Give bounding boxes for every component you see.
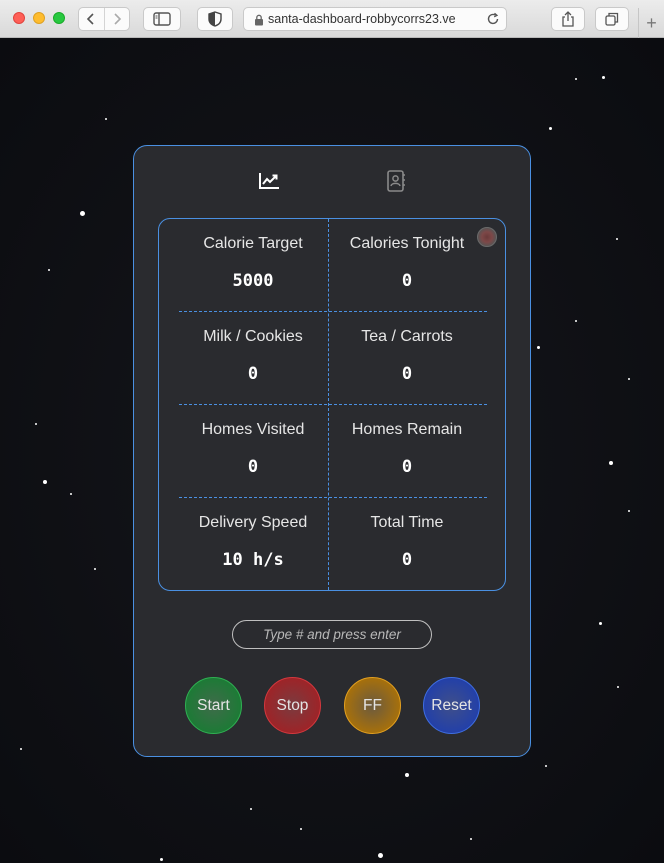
star [94, 568, 96, 570]
stat-calories-tonight: Calories Tonight 0 [330, 234, 484, 292]
stat-value: 10 h/s [222, 550, 284, 570]
reload-icon[interactable] [486, 12, 500, 26]
stat-value: 0 [247, 364, 259, 384]
star [549, 127, 552, 130]
stats-panel: Calorie Target 5000 Calories Tonight 0 M… [158, 218, 506, 591]
stat-delivery-speed: Delivery Speed 10 h/s [176, 513, 330, 571]
shield-icon [208, 11, 222, 27]
star [609, 461, 613, 465]
stat-label: Total Time [370, 514, 444, 531]
santa-dashboard-card: Calorie Target 5000 Calories Tonight 0 M… [133, 145, 531, 757]
stat-homes-visited: Homes Visited 0 [176, 420, 330, 478]
chevron-left-icon [87, 13, 95, 25]
star [250, 808, 252, 810]
stat-value: 0 [401, 457, 413, 477]
star [617, 686, 619, 688]
forward-button[interactable] [103, 8, 129, 30]
star [575, 320, 577, 322]
star [105, 118, 107, 120]
sidebar-icon [153, 12, 171, 26]
chart-line-icon [259, 173, 279, 189]
close-window-button[interactable] [13, 12, 25, 24]
command-input[interactable] [232, 620, 432, 649]
star [48, 269, 50, 271]
stat-label: Delivery Speed [198, 514, 308, 531]
stat-value: 5000 [232, 271, 274, 291]
star [628, 378, 630, 380]
tab-stats[interactable] [256, 168, 282, 194]
stat-milk-cookies: Milk / Cookies 0 [176, 327, 330, 385]
sidebar-toggle-button[interactable] [143, 7, 181, 31]
row-divider [179, 311, 487, 312]
tabs-icon [605, 12, 619, 26]
star [545, 765, 547, 767]
row-divider [179, 497, 487, 498]
stat-value: 0 [401, 271, 413, 291]
stat-calorie-target: Calorie Target 5000 [176, 234, 330, 292]
stat-label: Tea / Carrots [361, 328, 453, 345]
tab-overview-button[interactable] [595, 7, 629, 31]
star [80, 211, 85, 216]
star [575, 78, 577, 80]
chevron-right-icon [114, 13, 122, 25]
privacy-report-button[interactable] [197, 7, 233, 31]
stat-homes-remain: Homes Remain 0 [330, 420, 484, 478]
star [616, 238, 618, 240]
fast-forward-button[interactable]: FF [344, 677, 401, 734]
star [70, 493, 72, 495]
row-divider [179, 404, 487, 405]
star [160, 858, 163, 861]
star [599, 622, 602, 625]
star [43, 480, 47, 484]
stat-label: Calories Tonight [349, 235, 465, 252]
plus-icon: + [646, 12, 657, 33]
stat-label: Homes Visited [201, 421, 305, 438]
star [378, 853, 383, 858]
stat-value: 0 [401, 364, 413, 384]
stat-value: 0 [401, 550, 413, 570]
star [20, 748, 22, 750]
url-text: santa-dashboard-robbycorrs23.ve [268, 12, 456, 26]
tab-contacts[interactable] [383, 168, 409, 194]
star [300, 828, 302, 830]
stop-button[interactable]: Stop [264, 677, 321, 734]
stat-tea-carrots: Tea / Carrots 0 [330, 327, 484, 385]
stat-label: Homes Remain [351, 421, 463, 438]
star [602, 76, 605, 79]
reset-button[interactable]: Reset [423, 677, 480, 734]
browser-toolbar: santa-dashboard-robbycorrs23.ve + [0, 0, 664, 38]
stat-label: Milk / Cookies [203, 328, 303, 345]
share-button[interactable] [551, 7, 585, 31]
contacts-book-icon [387, 170, 405, 192]
stat-label: Calorie Target [203, 235, 303, 252]
stat-value: 0 [247, 457, 259, 477]
start-button[interactable]: Start [185, 677, 242, 734]
address-bar[interactable]: santa-dashboard-robbycorrs23.ve [243, 7, 507, 31]
back-button[interactable] [79, 8, 104, 30]
new-tab-button[interactable]: + [638, 8, 664, 38]
zoom-window-button[interactable] [53, 12, 65, 24]
share-icon [562, 11, 574, 27]
star [537, 346, 540, 349]
star [405, 773, 409, 777]
stat-total-time: Total Time 0 [330, 513, 484, 571]
star [470, 838, 472, 840]
star [628, 510, 630, 512]
nav-button-group [78, 7, 130, 31]
star [35, 423, 37, 425]
lock-icon [255, 14, 263, 26]
minimize-window-button[interactable] [33, 12, 45, 24]
